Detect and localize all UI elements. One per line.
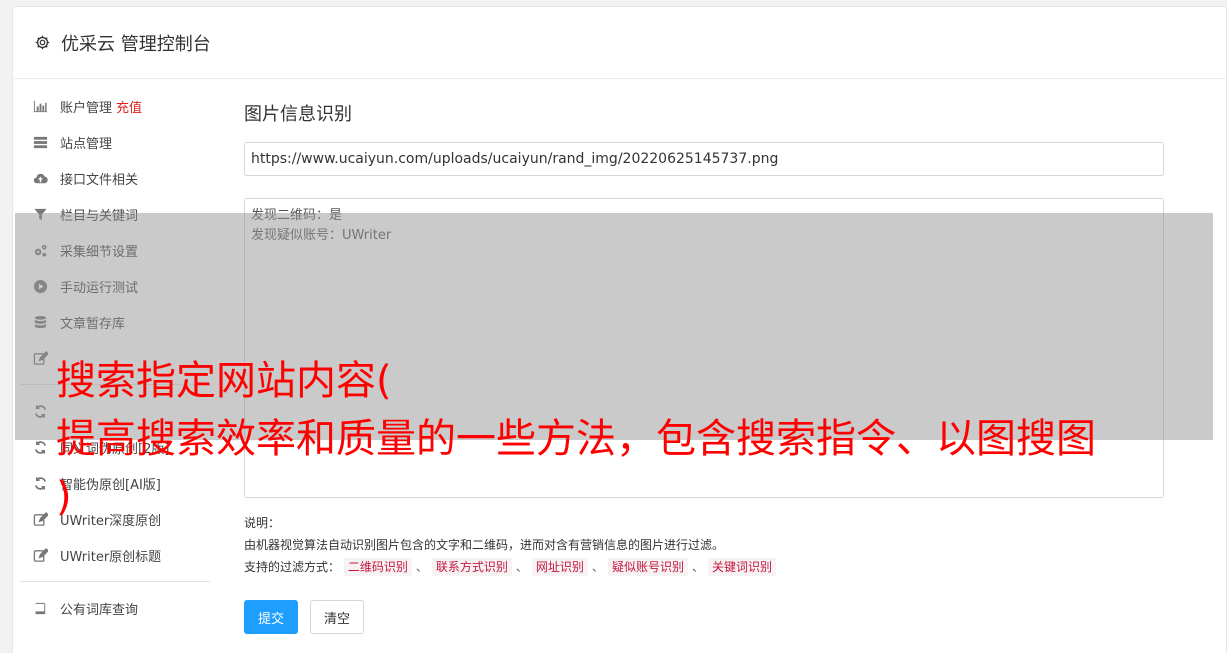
gear-icon bbox=[35, 35, 50, 50]
filter-tag: 疑似账号识别 bbox=[607, 558, 688, 576]
filter-tag: 二维码识别 bbox=[343, 558, 412, 576]
sidebar-item-label: 公有词库查询 bbox=[60, 602, 139, 618]
overlay-line: ) bbox=[56, 474, 72, 520]
sidebar-item-api-files[interactable]: 接口文件相关 bbox=[20, 160, 210, 196]
sidebar-item-uwriter-title[interactable]: UWriter原创标题 bbox=[20, 537, 210, 573]
cloud-upload-icon bbox=[32, 170, 48, 186]
filter-methods: 支持的过滤方式： 二维码识别、联系方式识别、网址识别、疑似账号识别、关键词识别 bbox=[244, 556, 1164, 578]
sidebar-item-label: 接口文件相关 bbox=[60, 172, 139, 188]
tag-separator: 、 bbox=[515, 560, 528, 574]
bar-chart-icon bbox=[32, 98, 48, 114]
clear-button[interactable]: 清空 bbox=[310, 600, 365, 634]
page-title: 优采云 管理控制台 bbox=[61, 33, 211, 55]
edit-icon bbox=[32, 511, 48, 527]
sidebar-divider bbox=[20, 581, 210, 582]
overlay-line: 提高搜索效率和质量的一些方法，包含搜索指令、以图搜图 bbox=[56, 416, 1096, 462]
server-icon bbox=[32, 134, 48, 150]
tag-separator: 、 bbox=[691, 560, 704, 574]
overlay-headline: 搜索指定网站内容( 提高搜索效率和质量的一些方法，包含搜索指令、以图搜图 ) bbox=[56, 352, 1206, 526]
filter-tag: 关键词识别 bbox=[707, 558, 776, 576]
overlay-line: 搜索指定网站内容( bbox=[56, 358, 392, 404]
sidebar-item-sites[interactable]: 站点管理 bbox=[20, 124, 210, 160]
filter-tag: 网址识别 bbox=[531, 558, 588, 576]
sidebar-item-public-lexicon[interactable]: 公有词库查询 bbox=[20, 590, 210, 626]
image-url-input[interactable] bbox=[244, 142, 1164, 176]
edit-icon bbox=[32, 547, 48, 563]
refresh-icon bbox=[32, 439, 48, 455]
panel-header: 优采云 管理控制台 bbox=[13, 7, 1226, 79]
submit-button[interactable]: 提交 bbox=[244, 600, 299, 634]
sidebar-item-account[interactable]: 账户管理 充值 bbox=[20, 88, 210, 124]
button-row: 提交 清空 bbox=[244, 600, 1164, 634]
sidebar-item-label: 站点管理 bbox=[60, 136, 113, 152]
sidebar-item-label: UWriter原创标题 bbox=[60, 549, 162, 565]
tag-separator: 、 bbox=[591, 560, 604, 574]
notes-description: 由机器视觉算法自动识别图片包含的文字和二维码，进而对含有营销信息的图片进行过滤。 bbox=[244, 538, 725, 552]
filter-label: 支持的过滤方式： bbox=[244, 560, 341, 574]
recharge-link[interactable]: 充值 bbox=[116, 97, 142, 116]
filter-tag: 联系方式识别 bbox=[431, 558, 512, 576]
refresh-icon bbox=[32, 475, 48, 491]
section-title: 图片信息识别 bbox=[244, 104, 352, 125]
sidebar-item-label: 账户管理 bbox=[60, 100, 113, 116]
book-icon bbox=[32, 600, 48, 616]
tag-separator: 、 bbox=[415, 560, 428, 574]
